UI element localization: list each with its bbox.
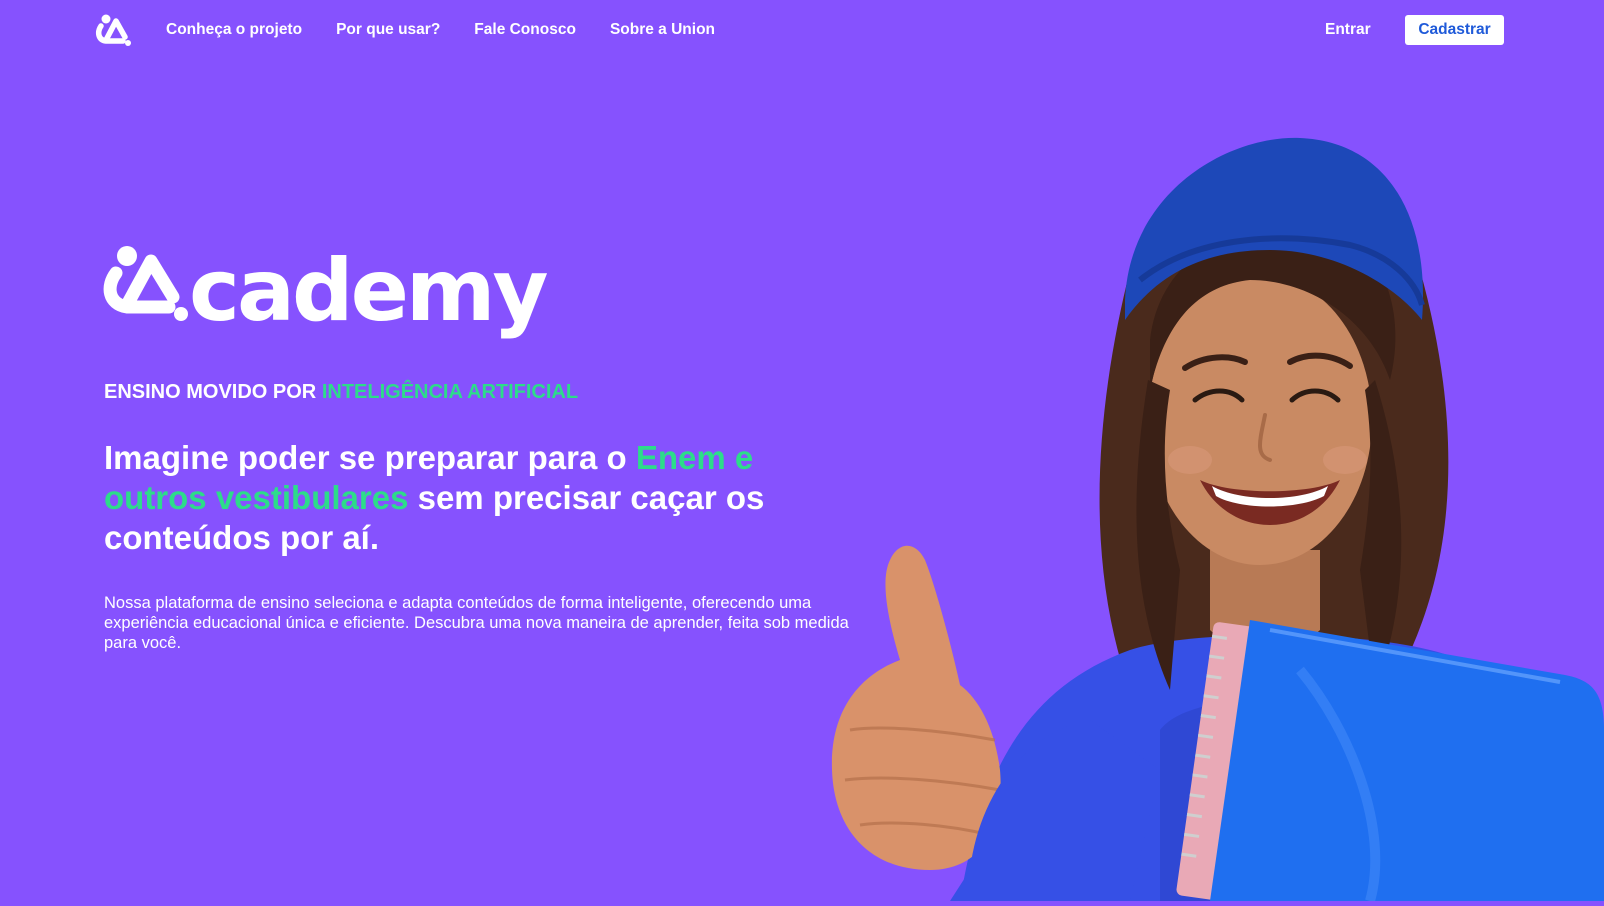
- brand-wordmark: cademy: [189, 241, 549, 341]
- tagline: ENSINO MOVIDO POR INTELIGÊNCIA ARTIFICIA…: [104, 380, 578, 404]
- login-link[interactable]: Entrar: [1325, 20, 1371, 40]
- academy-logo-icon[interactable]: [95, 12, 133, 48]
- nav-links: Conheça o projeto Por que usar? Fale Con…: [166, 20, 715, 40]
- nav-link-sobre-a-union[interactable]: Sobre a Union: [610, 20, 715, 40]
- headline-part1: Imagine poder se preparar para o: [104, 439, 636, 476]
- academy-a-mark-icon: [103, 242, 193, 328]
- nav-link-conheca-o-projeto[interactable]: Conheça o projeto: [166, 20, 302, 40]
- hero-description: Nossa plataforma de ensino seleciona e a…: [104, 594, 849, 652]
- student-photo: [830, 130, 1604, 904]
- signup-button[interactable]: Cadastrar: [1405, 15, 1504, 45]
- top-navigation: Conheça o projeto Por que usar? Fale Con…: [0, 0, 1604, 60]
- tagline-prefix: ENSINO MOVIDO POR: [104, 381, 322, 403]
- tagline-accent: INTELIGÊNCIA ARTIFICIAL: [321, 381, 579, 403]
- nav-link-fale-conosco[interactable]: Fale Conosco: [474, 20, 576, 40]
- brand-logo: cademy: [103, 241, 549, 352]
- nav-link-por-que-usar[interactable]: Por que usar?: [336, 20, 440, 40]
- headline: Imagine poder se preparar para o Enem e …: [104, 438, 824, 558]
